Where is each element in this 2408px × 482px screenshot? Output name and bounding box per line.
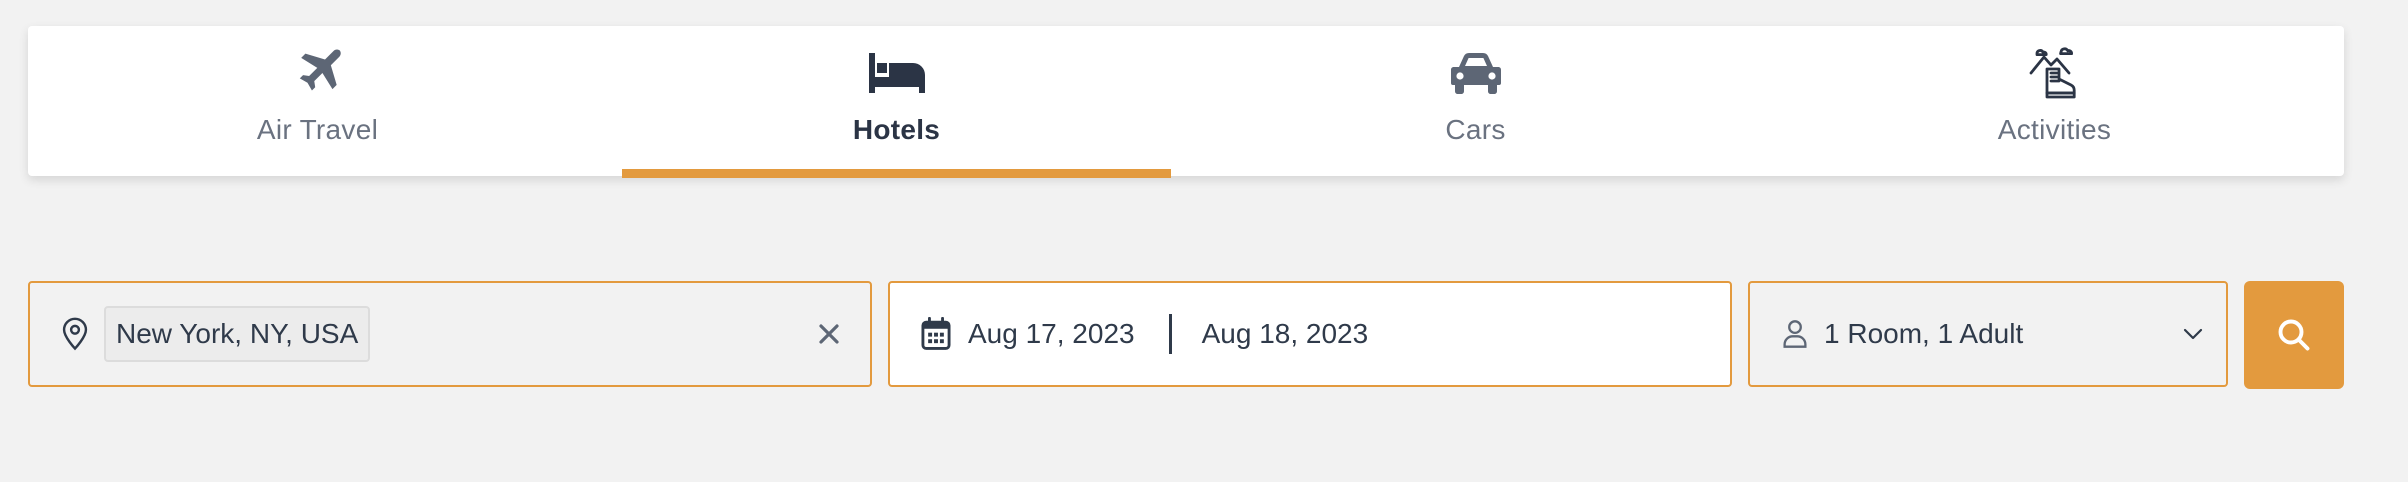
tab-label: Air Travel bbox=[256, 114, 379, 145]
date-range-field[interactable]: Aug 17, 2023 Aug 18, 2023 bbox=[888, 281, 1732, 387]
search-icon bbox=[2276, 317, 2312, 353]
travel-type-tabs: Air Travel Hotels Cars Activities bbox=[28, 26, 2344, 178]
guests-value: 1 Room, 1 Adult bbox=[1824, 318, 2024, 349]
car-icon bbox=[1449, 44, 1503, 102]
hiking-boot-icon bbox=[2027, 44, 2083, 102]
clear-icon[interactable] bbox=[818, 323, 840, 345]
guests-dropdown[interactable]: 1 Room, 1 Adult bbox=[1748, 281, 2228, 387]
tab-hotels[interactable]: Hotels bbox=[607, 26, 1186, 178]
bed-icon bbox=[868, 44, 925, 102]
calendar-icon bbox=[920, 317, 952, 351]
tab-label: Activities bbox=[1997, 114, 2112, 145]
chevron-down-icon[interactable] bbox=[2182, 327, 2204, 341]
check-out-date[interactable]: Aug 18, 2023 bbox=[1202, 318, 1369, 350]
check-in-date[interactable]: Aug 17, 2023 bbox=[968, 318, 1135, 350]
location-pin-icon bbox=[60, 317, 90, 351]
tab-activities[interactable]: Activities bbox=[1765, 26, 2344, 176]
search-button[interactable] bbox=[2244, 281, 2344, 389]
tab-air-travel[interactable]: Air Travel bbox=[28, 26, 607, 176]
tab-cars[interactable]: Cars bbox=[1186, 26, 1765, 176]
plane-icon bbox=[290, 44, 346, 102]
tab-label: Hotels bbox=[852, 114, 941, 145]
destination-field[interactable]: New York, NY, USA bbox=[28, 281, 872, 387]
tab-label: Cars bbox=[1445, 114, 1506, 145]
date-divider bbox=[1168, 314, 1172, 354]
user-icon bbox=[1782, 319, 1808, 349]
destination-chip[interactable]: New York, NY, USA bbox=[104, 306, 371, 362]
